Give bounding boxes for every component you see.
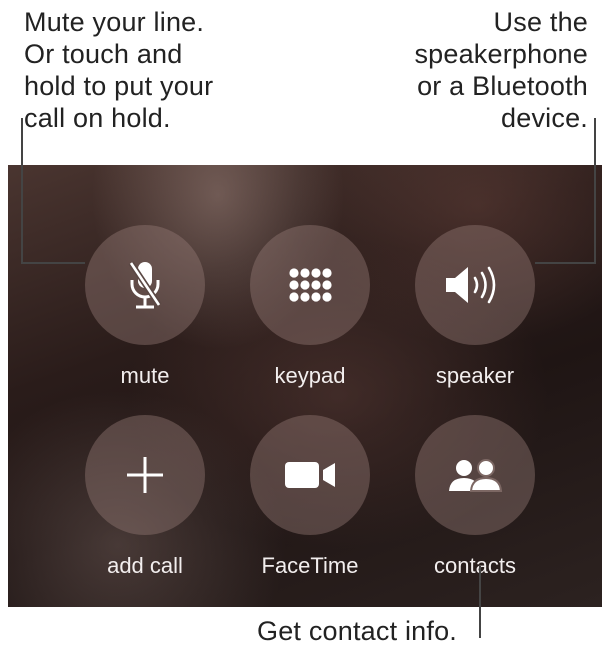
video-camera-icon: [283, 460, 337, 490]
contacts-callout-line: Get contact info.: [257, 616, 458, 646]
mute-callout: Mute your line. Or touch and hold to put…: [24, 6, 213, 134]
speaker-label: speaker: [435, 363, 515, 388]
speaker-button[interactable]: speaker: [415, 225, 535, 389]
contacts-icon: [447, 458, 503, 492]
mute-button[interactable]: mute: [85, 225, 205, 389]
keypad-button-circle[interactable]: [250, 225, 370, 345]
mute-callout-line: Mute your line.: [24, 7, 205, 37]
keypad-button[interactable]: keypad: [250, 225, 370, 389]
mute-label: mute: [120, 363, 170, 388]
facetime-label: FaceTime: [261, 553, 359, 578]
speaker-leader-vertical: [594, 118, 596, 263]
speaker-callout-line: speakerphone: [414, 39, 588, 69]
add-call-label: add call: [107, 553, 183, 578]
mute-leader-horizontal: [21, 262, 85, 264]
contacts-button-circle[interactable]: [415, 415, 535, 535]
contacts-leader-vertical: [479, 566, 481, 638]
mute-button-circle[interactable]: [85, 225, 205, 345]
call-controls-panel: mute keypad speaker add call FaceTime co…: [8, 165, 602, 607]
contacts-button[interactable]: contacts: [415, 415, 535, 579]
mute-callout-line: hold to put your: [24, 71, 214, 101]
speaker-callout-line: device.: [501, 103, 588, 133]
speaker-icon: [444, 265, 506, 305]
speaker-callout-line: Use the: [493, 7, 588, 37]
facetime-button[interactable]: FaceTime: [250, 415, 370, 579]
add-call-button[interactable]: add call: [85, 415, 205, 579]
call-controls-figure: Mute your line. Or touch and hold to put…: [0, 0, 602, 667]
speaker-callout-line: or a Bluetooth: [417, 71, 588, 101]
facetime-button-circle[interactable]: [250, 415, 370, 535]
mute-callout-line: Or touch and: [24, 39, 183, 69]
keypad-icon: [288, 268, 332, 302]
contacts-label: contacts: [434, 553, 516, 578]
mute-leader-vertical: [21, 118, 23, 263]
plus-icon: [125, 455, 165, 495]
add-call-button-circle[interactable]: [85, 415, 205, 535]
speaker-callout: Use the speakerphone or a Bluetooth devi…: [414, 6, 588, 134]
speaker-button-circle[interactable]: [415, 225, 535, 345]
keypad-label: keypad: [274, 363, 346, 388]
contacts-callout: Get contact info.: [257, 615, 457, 647]
mute-microphone-icon: [125, 259, 165, 311]
mute-callout-line: call on hold.: [24, 103, 171, 133]
speaker-leader-horizontal: [535, 262, 596, 264]
